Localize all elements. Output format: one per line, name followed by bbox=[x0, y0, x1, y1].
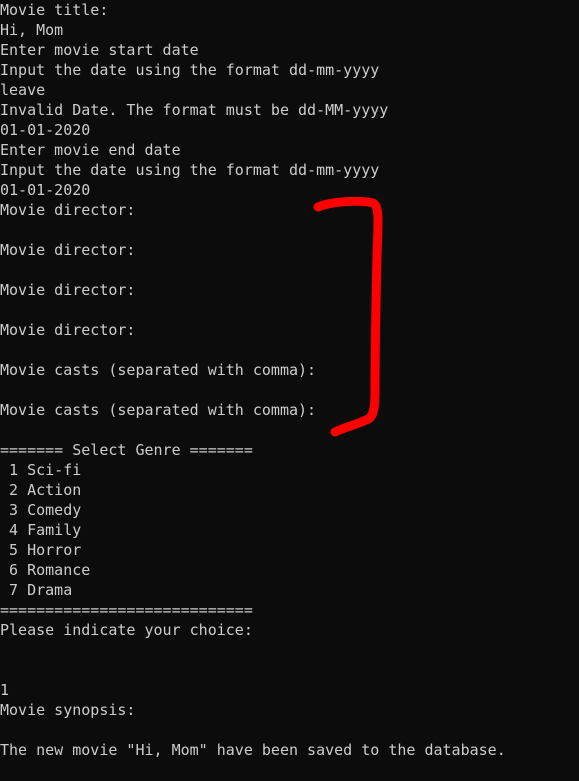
console-line: Movie casts (separated with comma): bbox=[0, 361, 317, 379]
console-line: Enter movie end date bbox=[0, 141, 181, 159]
console-line: 1 bbox=[0, 681, 10, 699]
console-line: Movie director: bbox=[0, 281, 136, 299]
console-line: Please indicate your choice: bbox=[0, 621, 253, 639]
console-line: 01-01-2020 bbox=[0, 181, 91, 199]
console-line: The new movie "Hi, Mom" have been saved … bbox=[0, 741, 506, 759]
console-window: Movie title: Hi, Mom Enter movie start d… bbox=[0, 0, 579, 781]
console-line: ======= Select Genre ======= bbox=[0, 441, 253, 459]
console-line: leave bbox=[0, 81, 46, 99]
console-line: Movie synopsis: bbox=[0, 701, 136, 719]
console-line: 5 Horror bbox=[0, 541, 82, 559]
console-line: Movie director: bbox=[0, 241, 136, 259]
console-line: 4 Family bbox=[0, 521, 82, 539]
console-line: 01-01-2020 bbox=[0, 121, 91, 139]
console-line: 7 Drama bbox=[0, 581, 73, 599]
console-line: Hi, Mom bbox=[0, 21, 64, 39]
console-line: 3 Comedy bbox=[0, 501, 82, 519]
console-line: Movie title: bbox=[0, 1, 109, 19]
console-line: Movie director: bbox=[0, 201, 136, 219]
console-line: Enter movie start date bbox=[0, 41, 199, 59]
console-line: Invalid Date. The format must be dd-MM-y… bbox=[0, 101, 389, 119]
console-line: 6 Romance bbox=[0, 561, 91, 579]
console-line: Input the date using the format dd-mm-yy… bbox=[0, 161, 380, 179]
console-line: 1 Sci-fi bbox=[0, 461, 82, 479]
console-line: Movie casts (separated with comma): bbox=[0, 401, 317, 419]
console-line: 2 Action bbox=[0, 481, 82, 499]
console-line: Movie director: bbox=[0, 321, 136, 339]
console-line: ============================ bbox=[0, 601, 253, 619]
console-line: Input the date using the format dd-mm-yy… bbox=[0, 61, 380, 79]
